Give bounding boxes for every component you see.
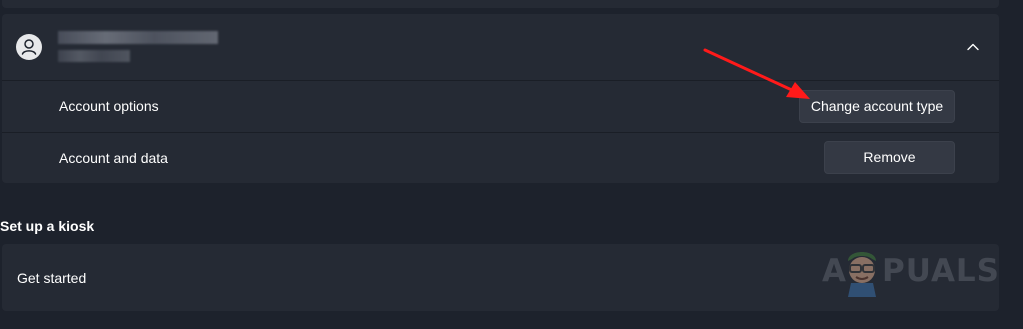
change-account-type-button[interactable]: Change account type [799,90,955,123]
get-started-label: Get started [17,270,87,286]
account-options-label: Account options [59,98,159,114]
divider [2,132,999,133]
previous-settings-card [2,0,999,8]
avatar [16,34,42,60]
account-name-redacted [58,31,218,44]
kiosk-section-heading: Set up a kiosk [0,218,95,234]
mascot-logo-icon [848,252,876,297]
watermark-text-suffix: PUALS [882,253,1001,289]
red-arrow-annotation [703,48,810,99]
divider [2,80,999,81]
chevron-up-icon[interactable] [964,38,982,56]
remove-button[interactable]: Remove [824,141,955,174]
account-card: Account options Change account type Acco… [2,14,999,183]
person-icon [21,39,37,55]
account-email-redacted [58,50,130,62]
appuals-watermark: A PUALS [822,241,999,301]
account-header[interactable] [2,14,999,80]
account-and-data-label: Account and data [59,150,168,166]
